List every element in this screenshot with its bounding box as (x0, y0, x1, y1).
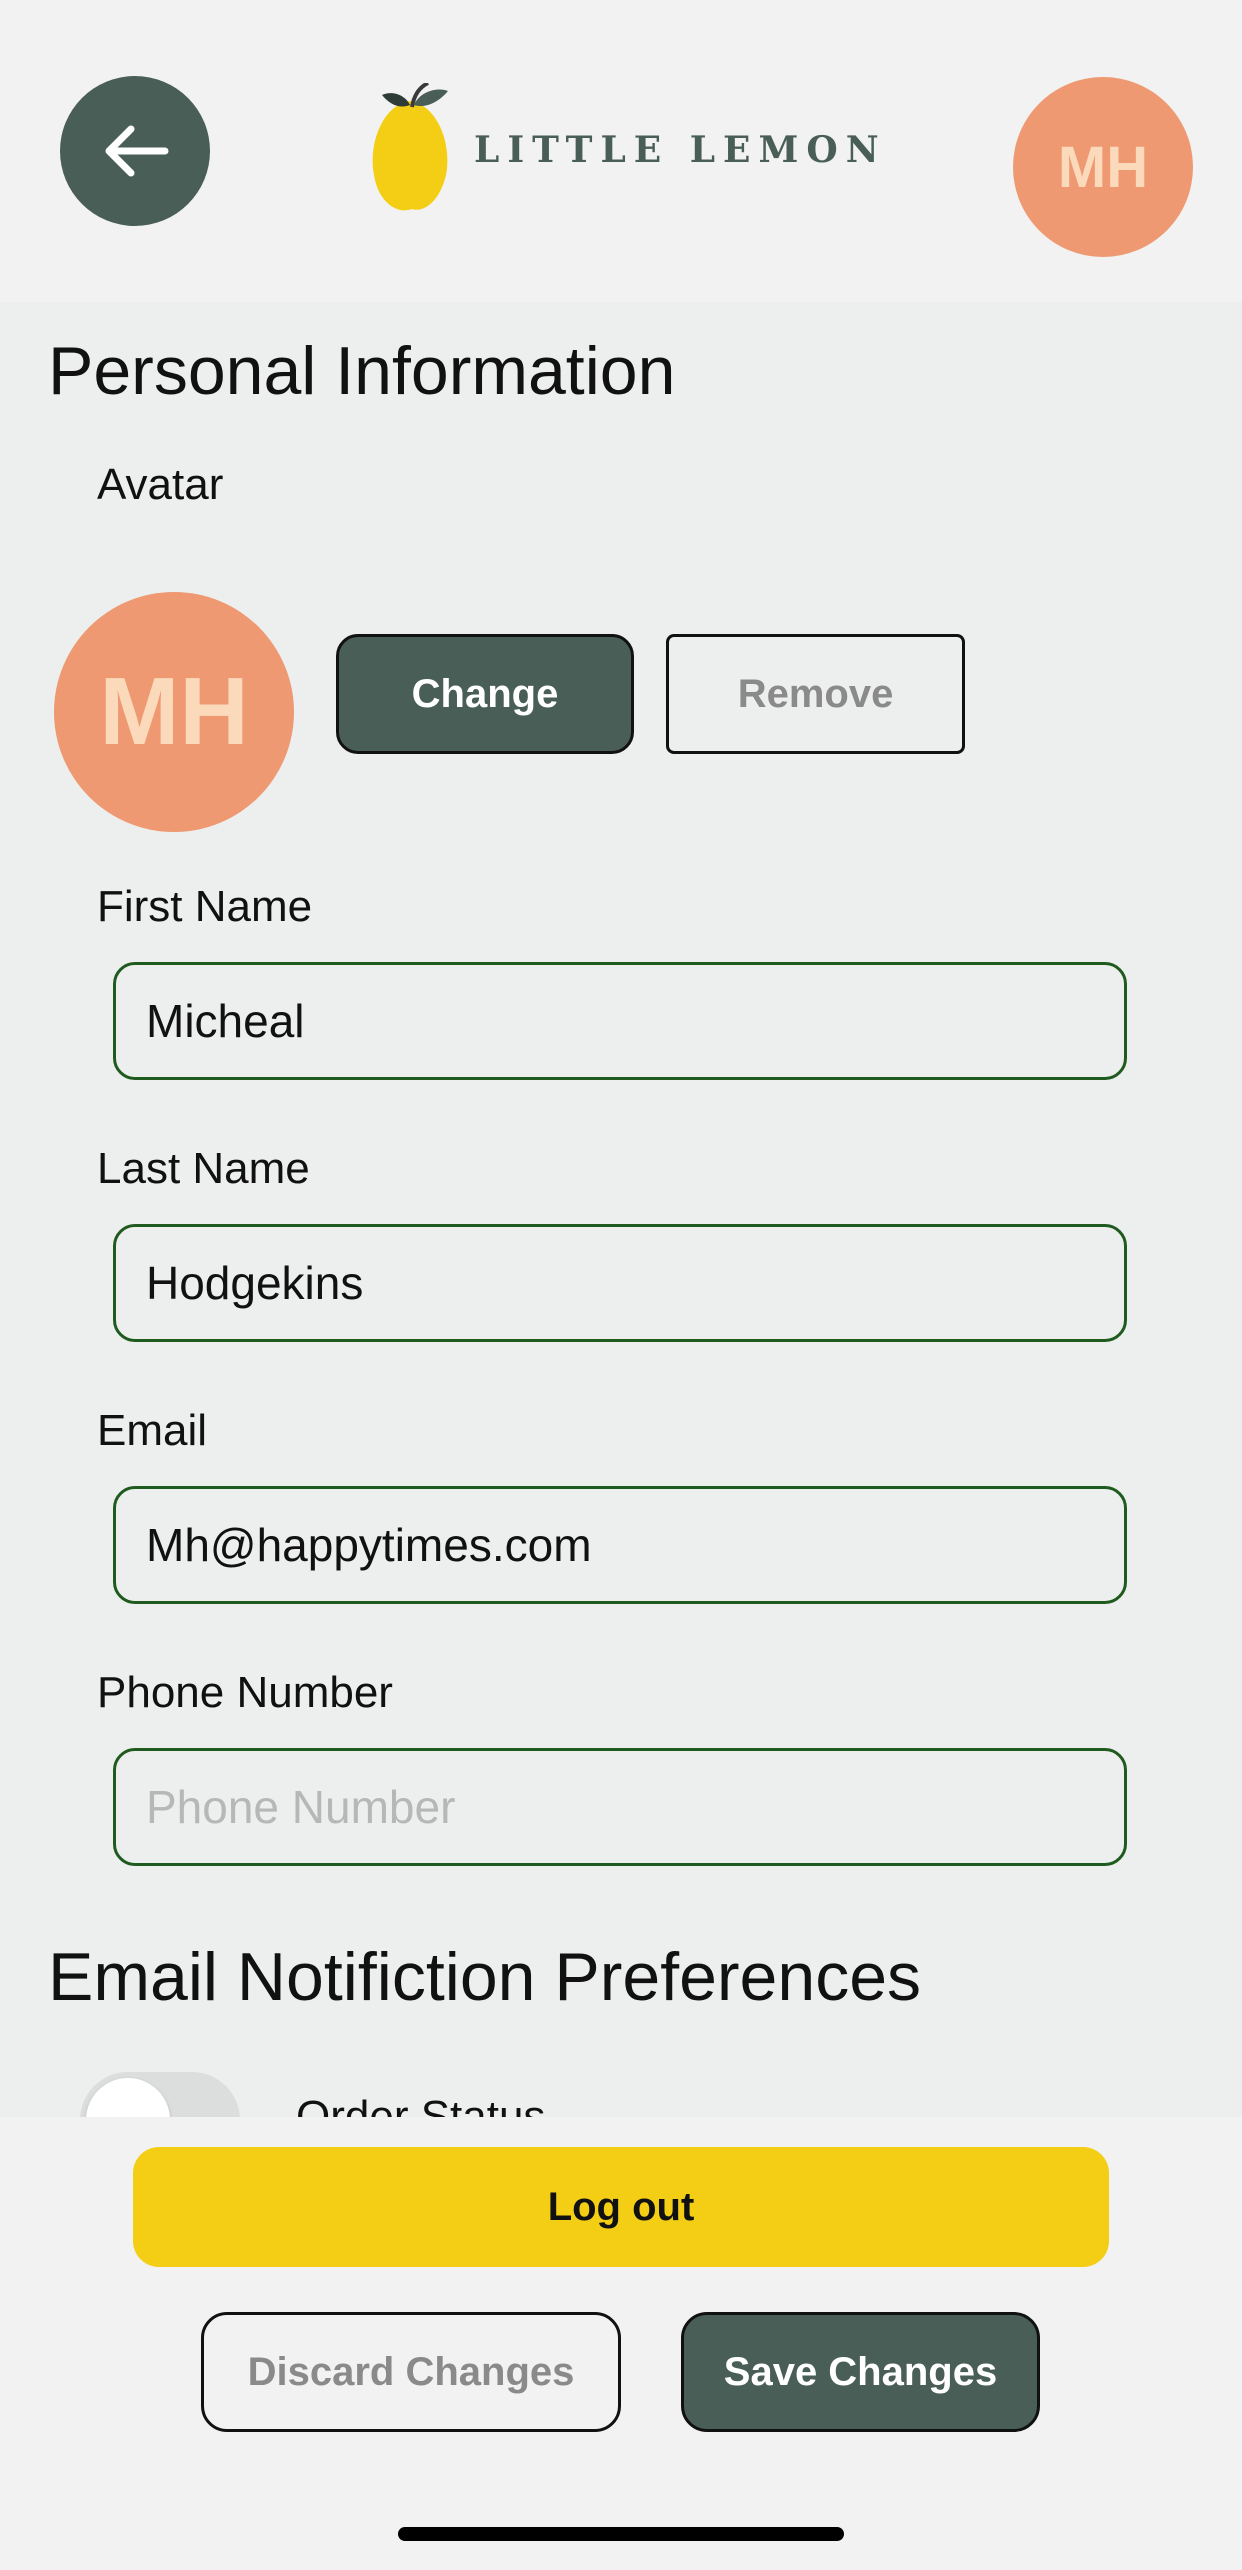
header-avatar[interactable]: MH (1013, 77, 1193, 257)
order-status-toggle[interactable] (80, 2072, 240, 2117)
home-indicator (398, 2527, 844, 2541)
email-notifications-title: Email Notifiction Preferences (48, 1939, 922, 2015)
phone-label: Phone Number (97, 1668, 393, 1717)
remove-avatar-button[interactable]: Remove (666, 634, 965, 754)
avatar: MH (54, 592, 294, 832)
first-name-field[interactable] (113, 962, 1127, 1080)
footer: Log out Discard Changes Save Changes (0, 2117, 1242, 2570)
header-avatar-initials: MH (1057, 134, 1149, 200)
lemon-icon (372, 83, 448, 211)
discard-changes-button[interactable]: Discard Changes (201, 2312, 621, 2432)
order-status-label: Order Status (296, 2092, 546, 2117)
logout-button[interactable]: Log out (133, 2147, 1109, 2267)
first-name-label: First Name (97, 882, 313, 931)
arrow-left-icon (105, 125, 169, 177)
avatar-initials: MH (99, 658, 249, 765)
header: LITTLE LEMON MH (0, 0, 1242, 302)
brand-name: LITTLE LEMON (474, 129, 887, 171)
profile-form: Personal Information Avatar MH Change Re… (0, 302, 1242, 2117)
logo: LITTLE LEMON (368, 80, 887, 220)
change-avatar-button[interactable]: Change (336, 634, 634, 754)
back-button[interactable] (60, 76, 210, 226)
toggle-knob (86, 2078, 170, 2117)
avatar-label: Avatar (97, 460, 224, 509)
last-name-field[interactable] (113, 1224, 1127, 1342)
phone-field[interactable] (113, 1748, 1127, 1866)
email-field[interactable] (113, 1486, 1127, 1604)
save-changes-button[interactable]: Save Changes (681, 2312, 1040, 2432)
personal-info-title: Personal Information (48, 333, 676, 409)
last-name-label: Last Name (97, 1144, 310, 1193)
email-label: Email (97, 1406, 208, 1455)
